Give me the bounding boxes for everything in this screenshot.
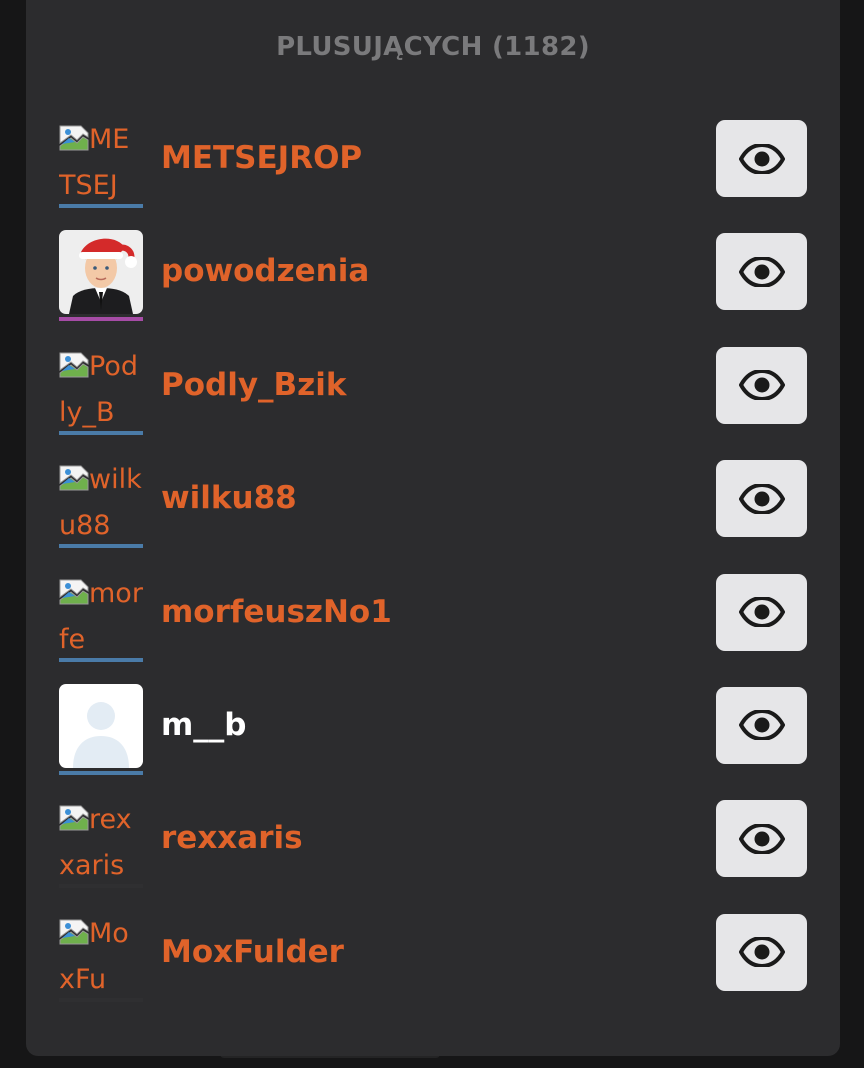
default-avatar-icon (59, 683, 143, 768)
avatar[interactable]: morfe (59, 571, 143, 662)
username-link[interactable]: MoxFulder (161, 934, 344, 970)
list-item: MoxFu MoxFulder (26, 897, 840, 1010)
avatar[interactable]: METSEJ (59, 117, 143, 208)
avatar-underline (59, 317, 143, 322)
view-profile-button[interactable] (716, 800, 807, 878)
view-profile-button[interactable] (716, 686, 807, 764)
username-link[interactable]: powodzenia (161, 253, 369, 289)
avatar-underline (59, 657, 143, 662)
avatar[interactable] (59, 683, 143, 775)
avatar-underline (59, 430, 143, 435)
list-item: wilku88 wilku88 (26, 443, 840, 556)
avatar-underline (59, 884, 143, 889)
view-profile-button[interactable] (716, 120, 807, 197)
view-profile-button[interactable] (716, 913, 807, 991)
avatar-photo (59, 230, 143, 315)
list-item: m__b (26, 670, 840, 783)
username-link[interactable]: METSEJROP (161, 140, 362, 176)
eye-icon (738, 483, 785, 514)
avatar[interactable] (59, 230, 143, 322)
avatar[interactable]: wilku88 (59, 457, 143, 549)
modal-title: PLUSUJĄCYCH (1182) (276, 32, 590, 62)
avatar-underline (59, 770, 143, 775)
eye-icon (738, 937, 785, 968)
voters-modal: PLUSUJĄCYCH (1182) METSEJ METSEJROP powodz… (26, 0, 840, 1056)
eye-icon (738, 710, 785, 741)
eye-icon (738, 370, 785, 401)
avatar-underline (59, 544, 143, 549)
avatar[interactable]: rexxaris (59, 797, 143, 889)
avatar-underline (59, 997, 143, 1002)
view-profile-button[interactable] (716, 346, 807, 424)
list-item: METSEJ METSEJROP (26, 103, 840, 216)
username-link[interactable]: wilku88 (161, 480, 297, 516)
eye-icon (738, 256, 785, 287)
view-profile-button[interactable] (716, 233, 807, 311)
list-item: morfe morfeuszNo1 (26, 557, 840, 670)
broken-image-icon (59, 914, 89, 945)
list-item: Podly_B Podly_Bzik (26, 330, 840, 443)
broken-image-icon (59, 120, 89, 151)
eye-icon (738, 597, 785, 628)
list-item: rexxaris rexxaris (26, 783, 840, 896)
broken-image-icon (59, 574, 89, 605)
eye-icon (738, 143, 785, 174)
username-link[interactable]: m__b (161, 707, 247, 743)
broken-image-icon (59, 460, 89, 491)
avatar[interactable]: MoxFu (59, 911, 143, 1002)
username-link[interactable]: Podly_Bzik (161, 367, 346, 403)
avatar[interactable]: Podly_B (59, 344, 143, 435)
username-link[interactable]: rexxaris (161, 820, 303, 856)
view-profile-button[interactable] (716, 573, 807, 651)
eye-icon (738, 823, 785, 854)
user-list: METSEJ METSEJROP powodzenia Podly_B Podly_Bz… (26, 103, 840, 1010)
list-item: powodzenia (26, 216, 840, 329)
avatar-underline (59, 204, 143, 208)
broken-image-icon (59, 347, 89, 378)
view-profile-button[interactable] (716, 460, 807, 538)
username-link[interactable]: morfeuszNo1 (161, 594, 392, 630)
broken-image-icon (59, 800, 89, 831)
